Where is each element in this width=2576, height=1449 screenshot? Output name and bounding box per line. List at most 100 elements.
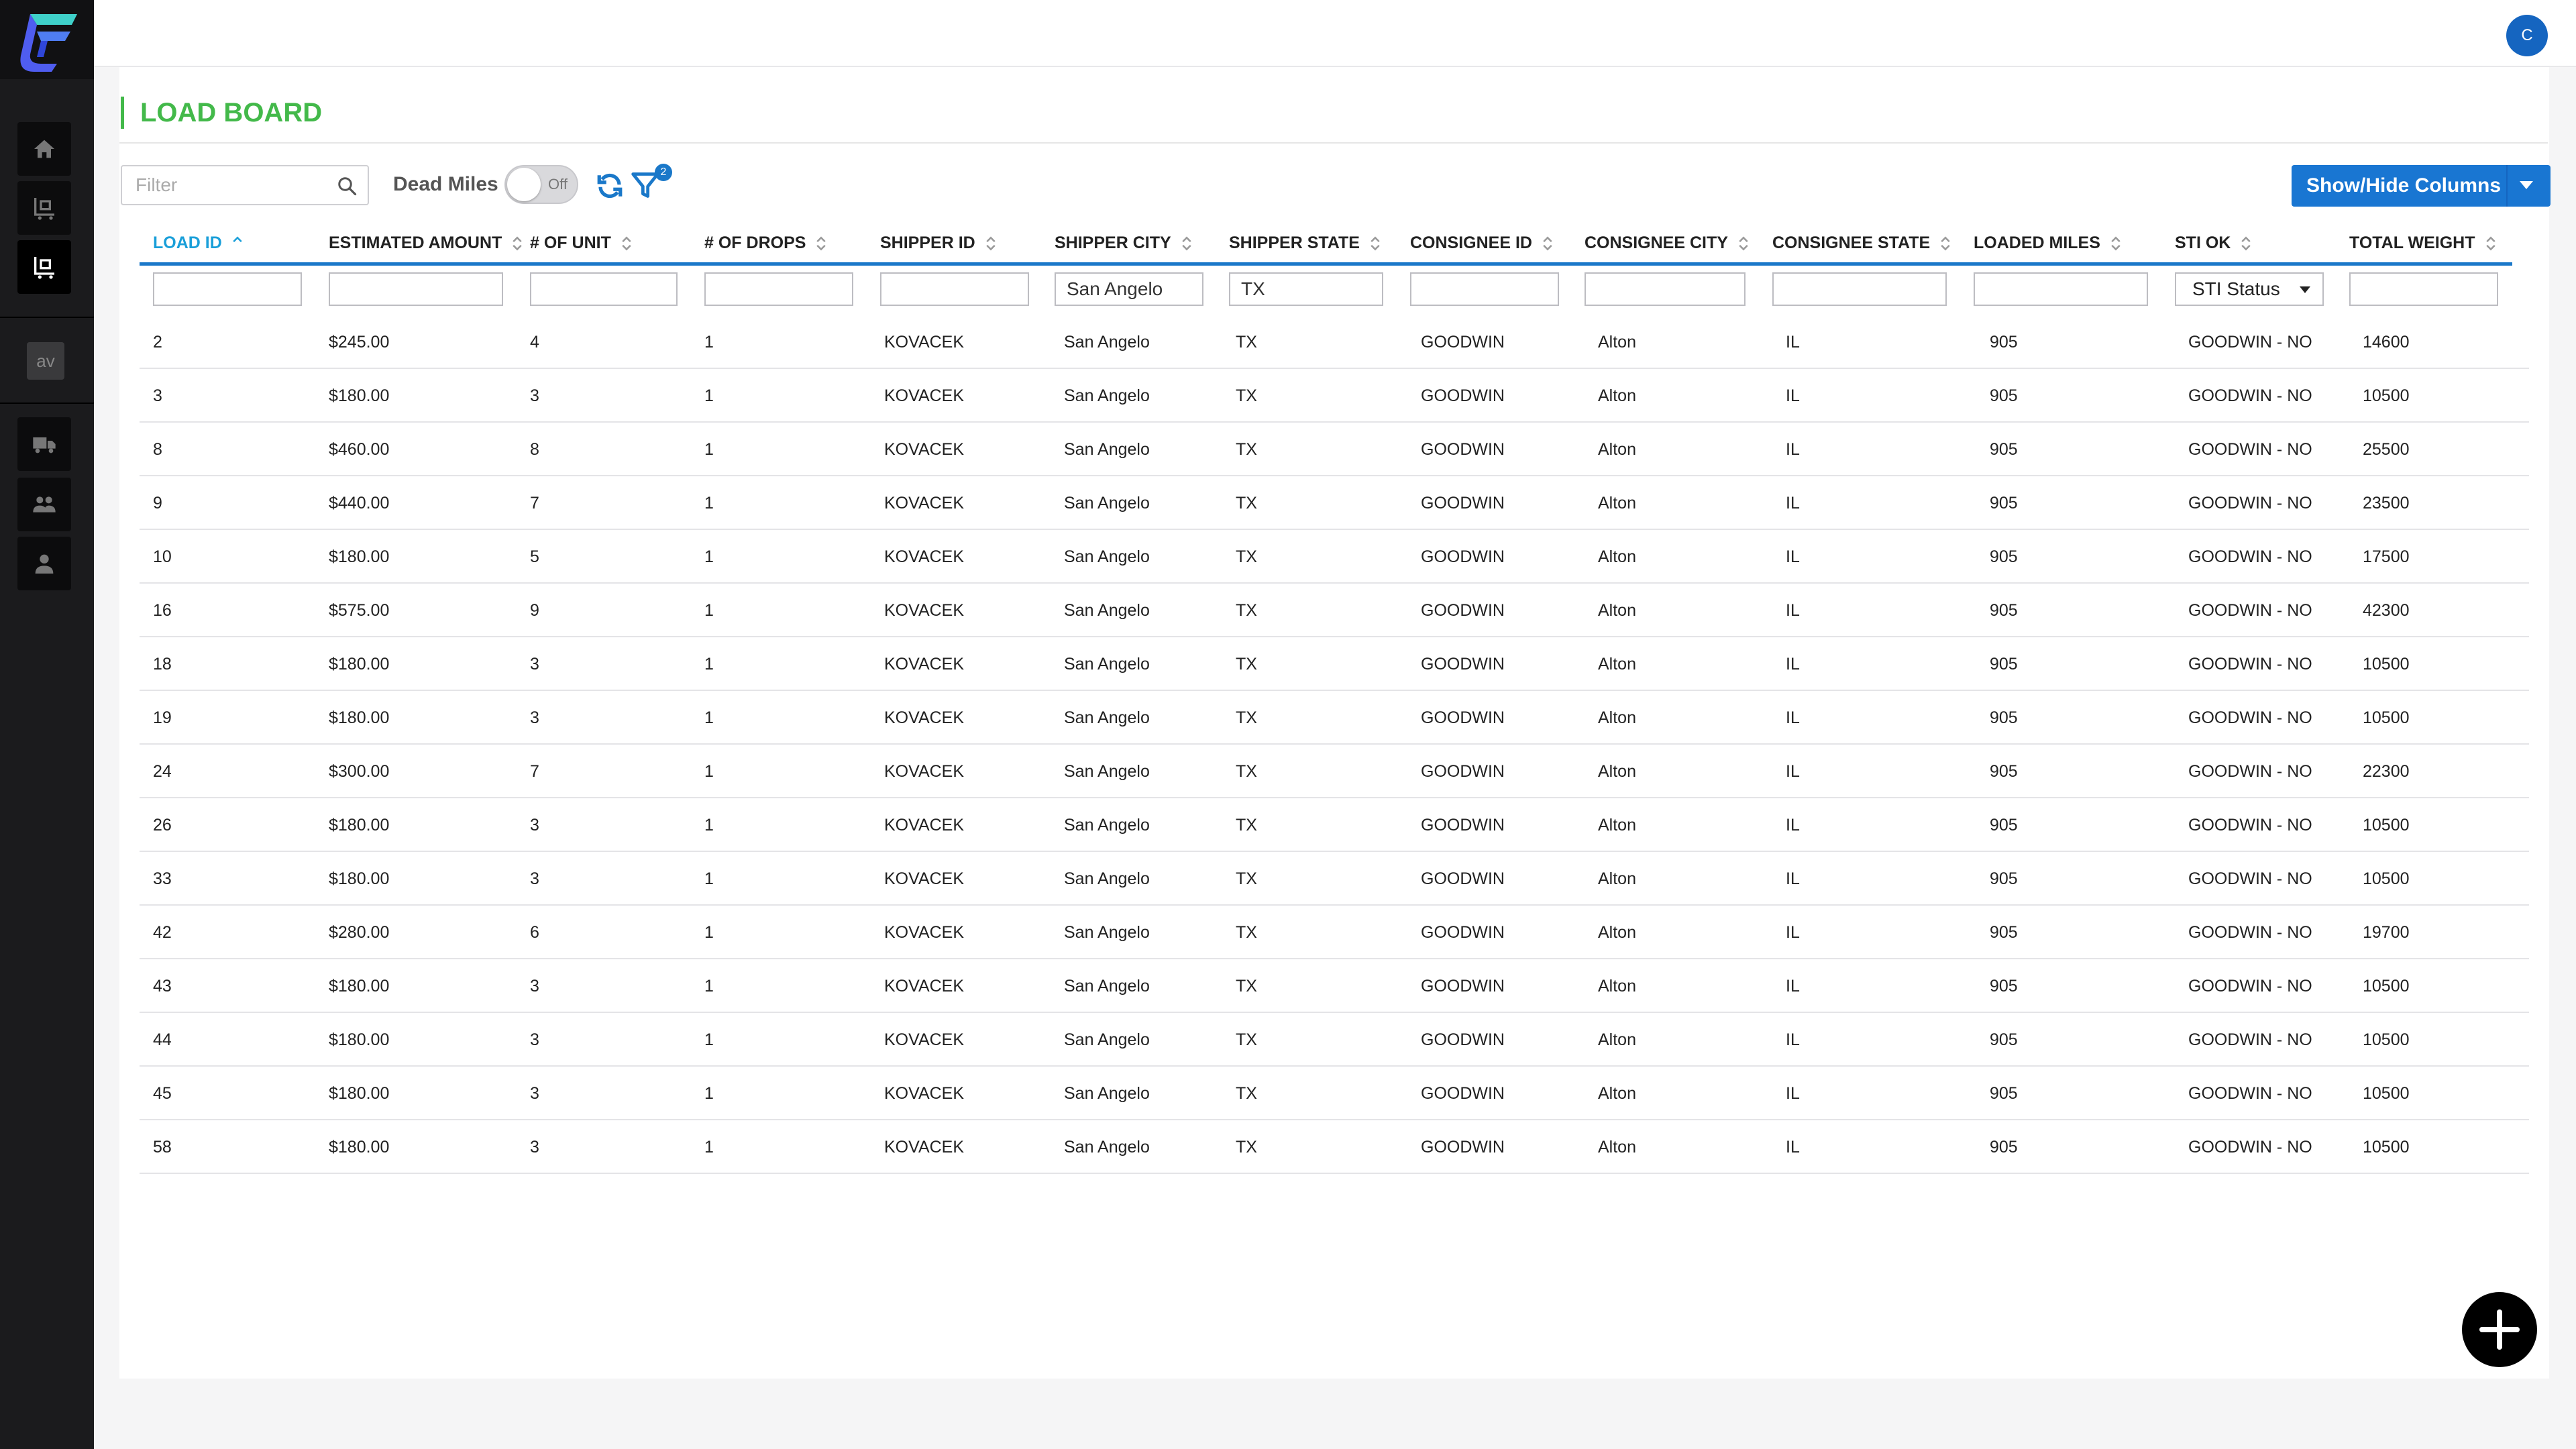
add-load-button[interactable] <box>2462 1292 2537 1367</box>
table-row[interactable]: 42 $280.00 6 1 KOVACEK San Angelo TX GOODWIN Alt… <box>140 906 2529 959</box>
cell-consignee-city: Alton <box>1598 440 1636 459</box>
toggle-knob <box>507 168 541 201</box>
cell-consignee-id: GOODWIN <box>1421 1084 1505 1103</box>
cell-load-id: 19 <box>153 708 172 727</box>
filter-consignee-state-input[interactable] <box>1772 272 1947 306</box>
table-row[interactable]: 10 $180.00 5 1 KOVACEK San Angelo TX GOODWIN Alt… <box>140 530 2529 584</box>
cell-drops: 1 <box>704 1084 714 1103</box>
column-header-label: ESTIMATED AMOUNT <box>329 233 502 252</box>
cell-drops: 1 <box>704 1138 714 1157</box>
column-header-units[interactable]: # OF UNIT <box>530 233 633 253</box>
cell-consignee-city: Alton <box>1598 655 1636 674</box>
cell-consignee-state: IL <box>1786 762 1800 781</box>
cell-load-id: 10 <box>153 547 172 566</box>
sidebar-item-load-board[interactable] <box>17 240 71 294</box>
cell-shipper-id: KOVACEK <box>884 762 965 781</box>
column-header-shipper-id[interactable]: SHIPPER ID <box>880 233 997 253</box>
column-header-label: # OF UNIT <box>530 233 611 252</box>
cell-consignee-id: GOODWIN <box>1421 655 1505 674</box>
column-header-shipper-state[interactable]: SHIPPER STATE <box>1229 233 1381 253</box>
filter-total-weight-input[interactable] <box>2349 272 2498 306</box>
table-row[interactable]: 18 $180.00 3 1 KOVACEK San Angelo TX GOODWIN Alt… <box>140 637 2529 691</box>
table-row[interactable]: 3 $180.00 3 1 KOVACEK San Angelo TX GOODWIN Alto… <box>140 369 2529 423</box>
cell-drops: 1 <box>704 977 714 996</box>
sort-ascending-icon <box>233 235 242 242</box>
cell-drops: 1 <box>704 333 714 352</box>
load-board-icon <box>34 198 54 220</box>
table-row[interactable]: 45 $180.00 3 1 KOVACEK San Angelo TX GOODWIN Alt… <box>140 1067 2529 1120</box>
user-avatar[interactable]: C <box>2506 15 2548 56</box>
show-hide-columns-label: Show/Hide Columns <box>2306 174 2502 197</box>
cell-units: 9 <box>530 601 539 620</box>
app-logo-icon[interactable] <box>0 0 94 79</box>
filter-units-input[interactable] <box>530 272 678 306</box>
cell-consignee-state: IL <box>1786 923 1800 942</box>
table-row[interactable]: 33 $180.00 3 1 KOVACEK San Angelo TX GOODWIN Alt… <box>140 852 2529 906</box>
cell-drops: 1 <box>704 601 714 620</box>
column-header-consignee-state[interactable]: CONSIGNEE STATE <box>1772 233 1951 253</box>
cell-estimated-amount: $460.00 <box>329 440 390 459</box>
cell-sti-ok: GOODWIN - NO <box>2188 547 2312 566</box>
table-row[interactable]: 2 $245.00 4 1 KOVACEK San Angelo TX GOODWIN Alto… <box>140 315 2529 369</box>
column-header-total-weight[interactable]: TOTAL WEIGHT <box>2349 233 2497 253</box>
search-icon[interactable] <box>337 176 357 196</box>
filter-consignee-city-input[interactable] <box>1585 272 1746 306</box>
column-header-shipper-city[interactable]: SHIPPER CITY <box>1055 233 1193 253</box>
cell-shipper-id: KOVACEK <box>884 494 965 513</box>
filter-shipper-state-input[interactable] <box>1229 272 1383 306</box>
cell-load-id: 8 <box>153 440 162 459</box>
column-header-estimated-amount[interactable]: ESTIMATED AMOUNT <box>329 233 523 253</box>
cell-consignee-id: GOODWIN <box>1421 333 1505 352</box>
cell-shipper-id: KOVACEK <box>884 1030 965 1049</box>
filter-load-id-input[interactable] <box>153 272 302 306</box>
table-row[interactable]: 8 $460.00 8 1 KOVACEK San Angelo TX GOODWIN Alto… <box>140 423 2529 476</box>
sti-status-select[interactable]: STI Status <box>2175 272 2324 306</box>
sidebar-avatar[interactable]: av <box>27 342 64 380</box>
table-row[interactable]: 19 $180.00 3 1 KOVACEK San Angelo TX GOODWIN Alt… <box>140 691 2529 745</box>
refresh-icon[interactable] <box>596 172 624 200</box>
column-header-consignee-city[interactable]: CONSIGNEE CITY <box>1585 233 1750 253</box>
cell-consignee-city: Alton <box>1598 386 1636 405</box>
column-header-consignee-id[interactable]: CONSIGNEE ID <box>1410 233 1554 253</box>
cell-shipper-id: KOVACEK <box>884 547 965 566</box>
table-row[interactable]: 44 $180.00 3 1 KOVACEK San Angelo TX GOODWIN Alt… <box>140 1013 2529 1067</box>
cell-consignee-city: Alton <box>1598 333 1636 352</box>
dead-miles-toggle[interactable]: Off <box>504 165 578 204</box>
home-icon <box>34 140 54 158</box>
table-header: LOAD ID ESTIMATED AMOUNT # OF UNIT # OF DRO… <box>140 225 2512 266</box>
sidebar-item-users[interactable] <box>17 478 71 531</box>
filter-shipper-id-input[interactable] <box>880 272 1029 306</box>
cell-units: 5 <box>530 547 539 566</box>
table-row[interactable]: 16 $575.00 9 1 KOVACEK San Angelo TX GOODWIN Alt… <box>140 584 2529 637</box>
sidebar-item-home[interactable] <box>17 122 71 176</box>
cell-drops: 1 <box>704 708 714 727</box>
caret-down-icon[interactable] <box>2520 181 2533 189</box>
table-row[interactable]: 24 $300.00 7 1 KOVACEK San Angelo TX GOODWIN Alt… <box>140 745 2529 798</box>
column-header-loaded-miles[interactable]: LOADED MILES <box>1974 233 2122 253</box>
filter-drops-input[interactable] <box>704 272 853 306</box>
filter-consignee-id-input[interactable] <box>1410 272 1559 306</box>
cell-total-weight: 23500 <box>2363 494 2410 513</box>
table-row[interactable]: 9 $440.00 7 1 KOVACEK San Angelo TX GOODWIN Alto… <box>140 476 2529 530</box>
column-header-sti-ok[interactable]: STI OK <box>2175 233 2252 253</box>
table-row[interactable]: 43 $180.00 3 1 KOVACEK San Angelo TX GOODWIN Alt… <box>140 959 2529 1013</box>
cell-total-weight: 10500 <box>2363 386 2410 405</box>
cell-consignee-id: GOODWIN <box>1421 601 1505 620</box>
cell-load-id: 9 <box>153 494 162 513</box>
filter-input[interactable] <box>122 166 323 204</box>
show-hide-columns-button[interactable]: Show/Hide Columns <box>2292 165 2551 207</box>
sidebar-item-trucks[interactable] <box>17 417 71 471</box>
column-header-load-id[interactable]: LOAD ID <box>153 233 244 253</box>
column-header-drops[interactable]: # OF DROPS <box>704 233 827 253</box>
filter-estimated-amount-input[interactable] <box>329 272 503 306</box>
user-icon <box>35 554 54 574</box>
filter-shipper-city-input[interactable] <box>1055 272 1203 306</box>
cell-consignee-id: GOODWIN <box>1421 494 1505 513</box>
sidebar-item-loads[interactable] <box>17 181 71 235</box>
table-row[interactable]: 58 $180.00 3 1 KOVACEK San Angelo TX GOODWIN Alt… <box>140 1120 2529 1174</box>
table-row[interactable]: 26 $180.00 3 1 KOVACEK San Angelo TX GOODWIN Alt… <box>140 798 2529 852</box>
filter-loaded-miles-input[interactable] <box>1974 272 2148 306</box>
cell-load-id: 58 <box>153 1138 172 1157</box>
sidebar-item-profile[interactable] <box>17 537 71 590</box>
cell-consignee-state: IL <box>1786 386 1800 405</box>
